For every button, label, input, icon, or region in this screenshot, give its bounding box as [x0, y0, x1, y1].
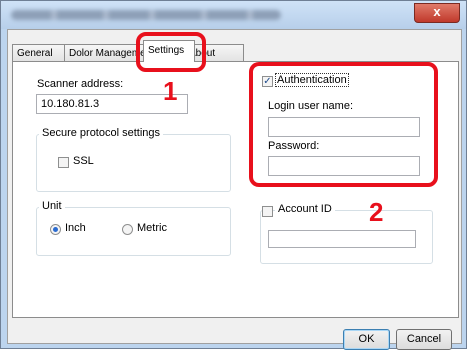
scanner-address-label: Scanner address: — [37, 78, 124, 90]
account-id-checkbox[interactable] — [262, 206, 273, 217]
tab-general[interactable]: General — [12, 44, 65, 61]
secure-protocol-title: Secure protocol settings — [39, 127, 164, 139]
unit-inch-label: Inch — [65, 222, 86, 234]
tab-color-management[interactable]: Dolor Manageme — [64, 44, 144, 61]
ssl-checkbox[interactable] — [58, 157, 69, 168]
tab-settings[interactable]: Settings — [143, 40, 195, 62]
unit-title: Unit — [39, 200, 65, 212]
title-bar[interactable]: x — [1, 1, 466, 29]
account-id-field[interactable] — [268, 230, 416, 248]
authentication-highlight — [249, 62, 438, 187]
ok-button[interactable]: OK — [343, 329, 390, 350]
window-title-blurred — [11, 10, 281, 20]
unit-metric-label: Metric — [137, 222, 167, 234]
callout-number-2: 2 — [369, 197, 384, 227]
unit-metric-radio[interactable] — [122, 224, 133, 235]
account-id-label: Account ID — [275, 203, 335, 215]
ssl-label: SSL — [73, 155, 94, 167]
unit-inch-radio[interactable] — [50, 224, 61, 235]
callout-number-1: 1 — [163, 76, 178, 106]
close-button[interactable]: x — [414, 3, 460, 23]
cancel-button[interactable]: Cancel — [396, 329, 452, 350]
